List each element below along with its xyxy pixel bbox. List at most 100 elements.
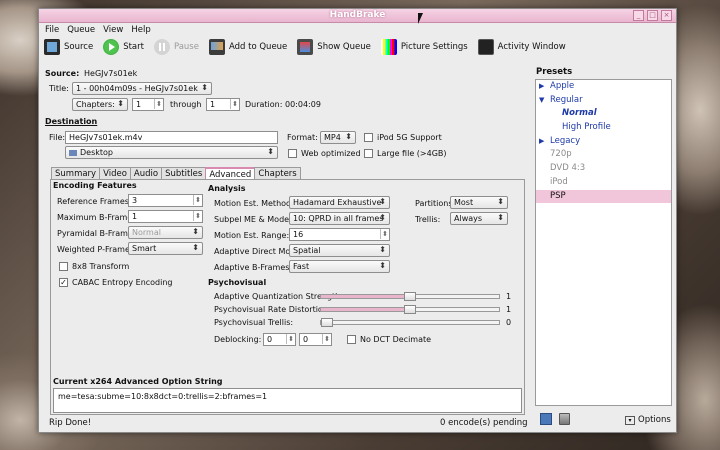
maximize-button[interactable]: □ [647, 10, 658, 21]
weighted-p-frames-select[interactable]: Smart [128, 242, 203, 255]
status-bar: Rip Done! 0 encode(s) pending [39, 416, 676, 432]
chapter-end-spinner[interactable]: 1 [206, 98, 240, 111]
tab-video[interactable]: Video [99, 167, 131, 179]
format-select[interactable]: MP4 [320, 131, 356, 144]
start-button[interactable]: Start [103, 39, 144, 55]
window-title: HandBrake [329, 10, 386, 20]
folder-icon [69, 149, 77, 156]
play-icon [103, 39, 120, 55]
large-file-checkbox[interactable]: Large file (>4GB) [364, 149, 447, 158]
no-dct-decimate-box [347, 335, 356, 344]
destination-folder-name: Desktop [80, 148, 113, 157]
web-optimized-label: Web optimized [301, 149, 361, 158]
through-label: through [170, 100, 202, 109]
close-button[interactable]: × [661, 10, 672, 21]
deblocking-label: Deblocking: [214, 335, 262, 344]
trellis-select[interactable]: Always [450, 212, 508, 225]
minimize-button[interactable]: _ [633, 10, 644, 21]
psy-rd-thumb[interactable] [404, 305, 416, 314]
settings-tabs: Summary Video Audio Subtitles Advanced C… [51, 167, 301, 180]
preset-label: Legacy [550, 135, 581, 146]
preset-group-legacy[interactable]: ▶ Legacy [536, 135, 671, 149]
menu-file[interactable]: File [45, 25, 59, 35]
tab-chapters[interactable]: Chapters [254, 167, 301, 179]
expand-arrow-icon[interactable]: ▶ [539, 135, 544, 149]
preset-720p[interactable]: 720p [536, 148, 671, 162]
source-name: HeGJv7s01ek [84, 69, 138, 78]
max-b-frames-spinner[interactable]: 1 [128, 210, 203, 223]
max-b-frames-label: Maximum B-Frames: [57, 213, 140, 222]
psy-rd-fill [321, 308, 410, 311]
deblock-alpha-spinner[interactable]: 0 [263, 333, 296, 346]
file-name-input[interactable]: HeGJv7s01ek.m4v [65, 131, 278, 144]
psy-rd-label: Psychovisual Rate Distortion: [214, 305, 331, 314]
trellis-label: Trellis: [415, 215, 441, 224]
destination-folder-select[interactable]: Desktop [65, 146, 278, 159]
adaptive-direct-select[interactable]: Spatial [289, 244, 390, 257]
preset-ipod[interactable]: iPod [536, 176, 671, 190]
partitions-select[interactable]: Most [450, 196, 508, 209]
tab-subtitles[interactable]: Subtitles [161, 167, 207, 179]
pyramidal-b-frames-select[interactable]: Normal [128, 226, 203, 239]
add-queue-icon [208, 39, 225, 55]
pause-button-label: Pause [173, 42, 199, 52]
transform-8x8-checkbox[interactable]: 8x8 Transform [59, 262, 129, 271]
preset-normal[interactable]: Normal [536, 107, 671, 121]
psy-trellis-thumb[interactable] [321, 318, 333, 327]
transform-8x8-label: 8x8 Transform [72, 262, 130, 271]
web-optimized-box [288, 149, 297, 158]
chapter-start-spinner[interactable]: 1 [132, 98, 164, 111]
ipod-checkbox-box [364, 133, 373, 142]
psy-trellis-slider[interactable] [320, 318, 500, 327]
tab-advanced[interactable]: Advanced [205, 167, 256, 180]
option-string-textarea[interactable]: me=tesa:subme=10:8x8dct=0:trellis=2:bfra… [53, 388, 522, 413]
expand-arrow-icon[interactable]: ▶ [539, 80, 544, 94]
menu-view[interactable]: View [103, 25, 123, 35]
collapse-arrow-icon[interactable]: ▼ [539, 94, 544, 108]
tab-summary[interactable]: Summary [51, 167, 101, 179]
activity-window-button[interactable]: Activity Window [477, 39, 566, 55]
format-label: Format: [287, 133, 318, 142]
cabac-checkbox[interactable]: ✓ CABAC Entropy Encoding [59, 278, 173, 287]
picture-settings-button[interactable]: Picture Settings [380, 39, 468, 55]
aq-strength-slider[interactable] [320, 292, 500, 301]
ref-frames-spinner[interactable]: 3 [128, 194, 203, 207]
source-button[interactable]: Source [44, 39, 93, 55]
source-icon [44, 39, 60, 55]
aq-strength-thumb[interactable] [404, 292, 416, 301]
show-queue-button[interactable]: Show Queue [297, 39, 371, 55]
menu-help[interactable]: Help [131, 25, 150, 35]
title-bar[interactable]: HandBrake _ □ × [39, 9, 676, 23]
tab-audio[interactable]: Audio [129, 167, 163, 179]
motion-range-spinner[interactable]: 16 [289, 228, 390, 241]
subpel-select[interactable]: 10: QPRD in all frames [289, 212, 390, 225]
preset-psp[interactable]: PSP [536, 189, 671, 204]
chapters-mode-select[interactable]: Chapters: [72, 98, 128, 111]
preset-group-regular[interactable]: ▼ Regular [536, 94, 671, 108]
preset-label: Apple [550, 81, 575, 91]
no-dct-decimate-checkbox[interactable]: No DCT Decimate [347, 335, 431, 344]
motion-method-select[interactable]: Hadamard Exhaustive [289, 196, 390, 209]
psy-rd-slider[interactable] [320, 305, 500, 314]
add-to-queue-button[interactable]: Add to Queue [208, 39, 287, 55]
deblock-beta-spinner[interactable]: 0 [299, 333, 332, 346]
preset-high-profile[interactable]: High Profile [536, 121, 671, 135]
preset-dvd-4-3[interactable]: DVD 4:3 [536, 162, 671, 176]
terminal-icon [477, 39, 494, 55]
handbrake-window: HandBrake _ □ × File Queue View Help Sou… [38, 8, 677, 433]
menu-queue[interactable]: Queue [67, 25, 95, 35]
motion-method-label: Motion Est. Method: [214, 199, 294, 208]
analysis-heading: Analysis [208, 184, 246, 193]
pause-icon [153, 39, 170, 55]
adaptive-b-frames-select[interactable]: Fast [289, 260, 390, 273]
ipod-checkbox-label: iPod 5G Support [377, 133, 442, 142]
preset-group-apple[interactable]: ▶ Apple [536, 80, 671, 94]
psy-rd-value: 1 [506, 305, 512, 314]
picture-settings-label: Picture Settings [400, 42, 468, 52]
presets-list: ▶ Apple ▼ Regular Normal High Profile ▶ Leg… [535, 79, 672, 406]
web-optimized-checkbox[interactable]: Web optimized [288, 149, 361, 158]
ipod-5g-checkbox[interactable]: iPod 5G Support [364, 133, 442, 142]
aq-strength-fill [321, 295, 410, 298]
title-select[interactable]: 1 - 00h04m09s - HeGJv7s01ek [72, 82, 212, 95]
pause-button[interactable]: Pause [153, 39, 199, 55]
